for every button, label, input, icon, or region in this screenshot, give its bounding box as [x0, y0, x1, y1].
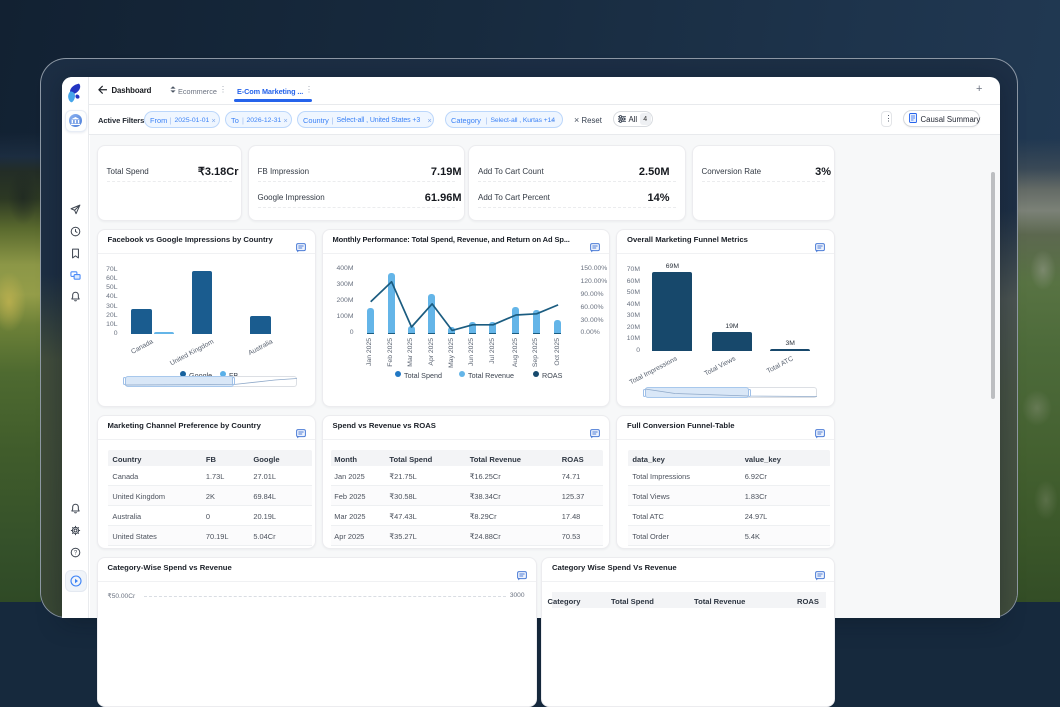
- svg-text:?: ?: [74, 550, 78, 556]
